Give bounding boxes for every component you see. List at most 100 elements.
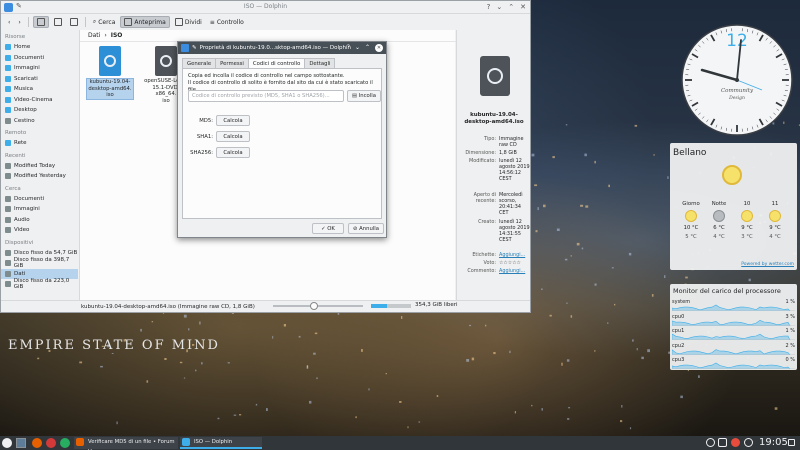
app-launcher-green-icon[interactable] [60,438,70,448]
cpu-percent: 1 % [785,299,795,305]
places-item[interactable]: Video [1,225,78,236]
zoom-slider-handle[interactable] [309,302,318,310]
status-text: kubuntu-19.04-desktop-amd64.iso (Immagin… [81,303,255,310]
show-desktop-icon[interactable] [788,439,795,446]
tray-network-icon[interactable] [744,438,753,447]
places-item[interactable]: Desktop [1,105,78,116]
app-launcher-icon[interactable] [2,438,12,448]
hash-label: SHA1: [196,134,213,140]
places-item[interactable]: Disco fisso da 398,7 GiB [1,257,78,269]
hash-row: MD5: Calcola [183,115,383,127]
close-icon[interactable]: ✕ [375,44,383,52]
forecast-day-name: Notte [711,201,727,207]
ok-button[interactable]: ✓ OK [312,223,344,234]
split-icon [174,18,183,26]
app-launcher-red-icon[interactable] [46,438,56,448]
network-icon [5,140,11,147]
clock-brand-2: Design [728,95,745,101]
check-icon: ✓ [321,226,326,232]
compact-view-button[interactable] [51,16,65,28]
search-audio-icon [5,216,11,223]
preview-button[interactable]: Anteprima [120,16,170,28]
forecast-day: 10 9 °C 3 °C [734,201,760,240]
maximize-icon[interactable]: ⌃ [508,3,514,11]
places-item[interactable]: Musica [1,84,78,95]
calculate-button[interactable]: Calcola [216,131,250,142]
places-item[interactable]: Documenti [1,194,78,205]
folder-pictures-icon [5,65,11,72]
tray-clipboard-icon[interactable] [718,438,727,447]
places-item-label: Desktop [14,107,37,114]
details-view-button[interactable] [67,16,81,28]
places-item[interactable]: Immagini [1,63,78,74]
iso-preview-icon [480,56,510,96]
virtual-desktop-pager[interactable] [16,438,26,448]
taskbar-clock[interactable]: 19:05 [759,437,788,448]
help-icon[interactable]: ? [487,3,491,11]
weather-widget[interactable]: Bellano Giorno 10 °C 5 °C Notte 6 °C 4 °C 10 9 … [670,143,797,270]
forecast-day: 11 9 °C 4 °C [762,201,788,240]
back-button[interactable]: ‹ [5,16,13,28]
search-button[interactable]: ⌕ Cerca [90,16,119,28]
forecast-day-name: 10 [743,201,751,207]
moon-icon [713,210,725,222]
hash-label: SHA256: [190,150,213,156]
minimize-icon[interactable]: ⌄ [496,3,502,11]
tray-activity-icon[interactable] [706,438,715,447]
analog-clock-widget[interactable]: 12 Community Design [679,22,795,138]
breadcrumb-item-dati[interactable]: Dati [88,32,100,39]
places-item[interactable]: Home [1,42,78,53]
zoom-slider[interactable] [273,302,363,310]
places-item[interactable]: Immagini [1,204,78,215]
minimize-icon[interactable]: ⌄ [355,44,360,52]
places-item[interactable]: Audio [1,215,78,226]
forward-button[interactable]: › [15,16,23,28]
places-section-title: Dispositivi [5,239,34,246]
places-item[interactable]: Scaricati [1,74,78,85]
control-button[interactable]: ≡ Controllo [207,16,247,28]
places-item-label: Dati [14,270,26,277]
hash-row: SHA256: Calcola [183,147,383,159]
taskbar-task[interactable]: ISO — Dolphin [180,437,262,449]
help-icon[interactable]: ? [347,44,350,52]
taskbar-task[interactable]: Verificare MD5 di un file • Forum U... [74,437,178,450]
close-icon[interactable]: ✕ [520,3,526,11]
grid-icon [36,18,45,26]
icons-view-button[interactable] [32,16,49,28]
places-item[interactable]: Disco fisso da 223,0 GiB [1,278,78,290]
cancel-button[interactable]: ⊘ Annulla [348,223,384,234]
free-space-bar [371,304,411,308]
folder-videos-icon [5,96,11,103]
dialog-titlebar[interactable]: ✎ Proprietà di kubuntu-19.0...sktop-amd6… [178,42,386,54]
paste-button[interactable]: ▤ Incolla [347,90,381,102]
places-section-title: Remoto [5,130,27,136]
calculate-button[interactable]: Calcola [216,115,250,126]
breadcrumb-item-iso[interactable]: ISO [111,32,123,39]
places-item[interactable]: Cestino [1,116,78,127]
places-item[interactable]: Video-Cinema [1,95,78,106]
tray-notification-icon[interactable] [731,438,740,447]
window-title: ISO — Dolphin [243,3,288,10]
search-documents-icon [5,195,11,202]
firefox-launcher-icon[interactable] [32,438,42,448]
calculate-button[interactable]: Calcola [216,147,250,158]
cpu-monitor-widget[interactable]: Monitor del carico del processore system… [670,284,797,370]
checksum-input[interactable]: Codice di controllo previsto (MD5, SHA1 … [188,90,344,102]
window-titlebar[interactable]: ✎ ISO — Dolphin ? ⌄ ⌃ ✕ [1,1,530,14]
maximize-icon[interactable]: ⌃ [365,44,370,52]
pin-icon[interactable]: ✎ [192,45,197,51]
calendar-icon [5,173,11,180]
places-item[interactable]: Rete [1,138,78,149]
split-button[interactable]: Dividi [172,16,205,28]
places-item[interactable]: Modified Today [1,161,78,172]
cpu-percent: 3 % [785,313,795,320]
properties-dialog[interactable]: ✎ Proprietà di kubuntu-19.0...sktop-amd6… [177,41,387,238]
places-item[interactable]: Modified Yesterday [1,171,78,182]
hash-row: SHA1: Calcola [183,131,383,143]
file-item[interactable]: kubuntu-19.04- desktop-amd64. iso [86,46,134,100]
forecast-day-name: Giorno [682,201,700,207]
places-item[interactable]: Documenti [1,53,78,64]
checksums-tab-page: Copia ed incolla il codice di controllo … [182,68,382,219]
weather-powered-link[interactable]: Powered by wetter.com [741,262,794,267]
places-panel: Risorse Home Documenti Immagini Scaricati Mus… [1,30,78,300]
